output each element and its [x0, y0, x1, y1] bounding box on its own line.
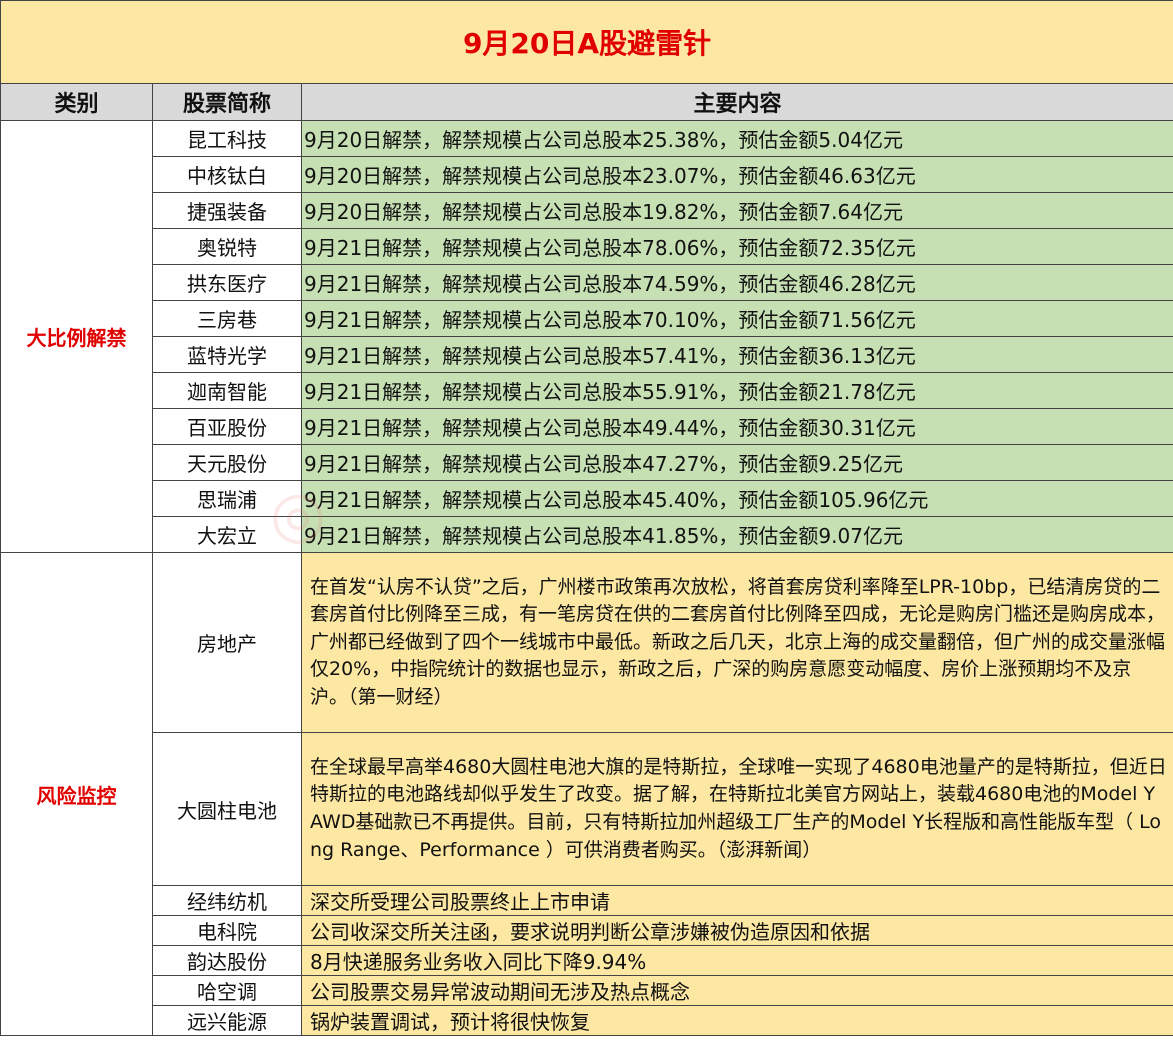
table-row: 三房巷 9月21日解禁，解禁规模占公司总股本70.10%，预估金额71.56亿元: [1, 300, 1173, 337]
stock-name-cell: 房地产: [152, 552, 302, 733]
table-row: 哈空调 公司股票交易异常波动期间无涉及热点概念: [1, 975, 1173, 1006]
stock-risk-table: 9月20日A股避雷针 类别 股票简称 主要内容 大比例解禁 昆工科技 9月20日…: [0, 0, 1173, 1036]
stock-name-cell: 大宏立: [152, 516, 302, 553]
table-row: 电科院 公司收深交所关注函，要求说明判断公章涉嫌被伪造原因和依据: [1, 915, 1173, 946]
table-row: 韵达股份 8月快递服务业务收入同比下降9.94%: [1, 945, 1173, 976]
stock-name-cell: 迦南智能: [152, 372, 302, 409]
category-cell-unlock: 大比例解禁: [0, 120, 153, 553]
table-row: 拱东医疗 9月21日解禁，解禁规模占公司总股本74.59%，预估金额46.28亿…: [1, 264, 1173, 301]
content-cell: 9月20日解禁，解禁规模占公司总股本25.38%，预估金额5.04亿元: [300, 120, 1173, 157]
content-cell: 锅炉装置调试，预计将很快恢复: [300, 1005, 1173, 1036]
content-cell: 9月21日解禁，解禁规模占公司总股本49.44%，预估金额30.31亿元: [300, 408, 1173, 445]
content-cell: 深交所受理公司股票终止上市申请: [300, 885, 1173, 916]
column-header-category: 类别: [0, 83, 153, 121]
content-cell: 9月21日解禁，解禁规模占公司总股本78.06%，预估金额72.35亿元: [300, 228, 1173, 265]
content-cell: 9月20日解禁，解禁规模占公司总股本19.82%，预估金额7.64亿元: [300, 192, 1173, 229]
stock-name-cell: 电科院: [152, 915, 302, 946]
content-cell: 9月21日解禁，解禁规模占公司总股本47.27%，预估金额9.25亿元: [300, 444, 1173, 481]
table-row: 天元股份 9月21日解禁，解禁规模占公司总股本47.27%，预估金额9.25亿元: [1, 444, 1173, 481]
table-row: 远兴能源 锅炉装置调试，预计将很快恢复: [1, 1005, 1173, 1036]
stock-name-cell: 昆工科技: [152, 120, 302, 157]
content-cell: 9月21日解禁，解禁规模占公司总股本57.41%，预估金额36.13亿元: [300, 336, 1173, 373]
table-row: 中核钛白 9月20日解禁，解禁规模占公司总股本23.07%，预估金额46.63亿…: [1, 156, 1173, 193]
stock-name-cell: 奥锐特: [152, 228, 302, 265]
stock-name-cell: 韵达股份: [152, 945, 302, 976]
table-row: 经纬纺机 深交所受理公司股票终止上市申请: [1, 885, 1173, 916]
table-row: 蓝特光学 9月21日解禁，解禁规模占公司总股本57.41%，预估金额36.13亿…: [1, 336, 1173, 373]
stock-name-cell: 哈空调: [152, 975, 302, 1006]
table-row: 思瑞浦 9月21日解禁，解禁规模占公司总股本45.40%，预估金额105.96亿…: [1, 480, 1173, 517]
content-cell: 9月21日解禁，解禁规模占公司总股本74.59%，预估金额46.28亿元: [300, 264, 1173, 301]
content-cell: 9月21日解禁，解禁规模占公司总股本70.10%，预估金额71.56亿元: [300, 300, 1173, 337]
stock-name-cell: 三房巷: [152, 300, 302, 337]
content-cell: 9月21日解禁，解禁规模占公司总股本41.85%，预估金额9.07亿元: [300, 516, 1173, 553]
stock-name-cell: 大圆柱电池: [152, 732, 302, 886]
content-cell: 公司收深交所关注函，要求说明判断公章涉嫌被伪造原因和依据: [300, 915, 1173, 946]
stock-name-cell: 远兴能源: [152, 1005, 302, 1036]
page-title: 9月20日A股避雷针: [0, 0, 1173, 84]
content-cell: 9月20日解禁，解禁规模占公司总股本23.07%，预估金额46.63亿元: [300, 156, 1173, 193]
stock-name-cell: 思瑞浦: [152, 480, 302, 517]
table-row: 捷强装备 9月20日解禁，解禁规模占公司总股本19.82%，预估金额7.64亿元: [1, 192, 1173, 229]
content-cell: 在首发“认房不认贷”之后，广州楼市政策再次放松，将首套房贷利率降至LPR-10b…: [300, 552, 1173, 733]
content-cell: 8月快递服务业务收入同比下降9.94%: [300, 945, 1173, 976]
stock-name-cell: 捷强装备: [152, 192, 302, 229]
column-header-main-content: 主要内容: [300, 83, 1173, 121]
table-row: 大宏立 9月21日解禁，解禁规模占公司总股本41.85%，预估金额9.07亿元: [1, 516, 1173, 553]
stock-name-cell: 经纬纺机: [152, 885, 302, 916]
stock-name-cell: 天元股份: [152, 444, 302, 481]
column-header-stock-name: 股票简称: [152, 83, 302, 121]
table-row: 大比例解禁 昆工科技 9月20日解禁，解禁规模占公司总股本25.38%，预估金额…: [0, 120, 1173, 553]
category-cell-risk: 风险监控: [0, 552, 153, 1036]
table-row: 奥锐特 9月21日解禁，解禁规模占公司总股本78.06%，预估金额72.35亿元: [1, 228, 1173, 265]
stock-name-cell: 拱东医疗: [152, 264, 302, 301]
content-cell: 在全球最早高举4680大圆柱电池大旗的是特斯拉，全球唯一实现了4680电池量产的…: [300, 732, 1173, 886]
table-row: 百亚股份 9月21日解禁，解禁规模占公司总股本49.44%，预估金额30.31亿…: [1, 408, 1173, 445]
table-row: 风险监控 房地产 在首发“认房不认贷”之后，广州楼市政策再次放松，将首套房贷利率…: [0, 552, 1173, 1036]
stock-name-cell: 中核钛白: [152, 156, 302, 193]
table-row: 大圆柱电池 在全球最早高举4680大圆柱电池大旗的是特斯拉，全球唯一实现了468…: [1, 732, 1173, 886]
stock-name-cell: 百亚股份: [152, 408, 302, 445]
stock-name-cell: 蓝特光学: [152, 336, 302, 373]
content-cell: 公司股票交易异常波动期间无涉及热点概念: [300, 975, 1173, 1006]
table-row: 迦南智能 9月21日解禁，解禁规模占公司总股本55.91%，预估金额21.78亿…: [1, 372, 1173, 409]
content-cell: 9月21日解禁，解禁规模占公司总股本45.40%，预估金额105.96亿元: [300, 480, 1173, 517]
content-cell: 9月21日解禁，解禁规模占公司总股本55.91%，预估金额21.78亿元: [300, 372, 1173, 409]
